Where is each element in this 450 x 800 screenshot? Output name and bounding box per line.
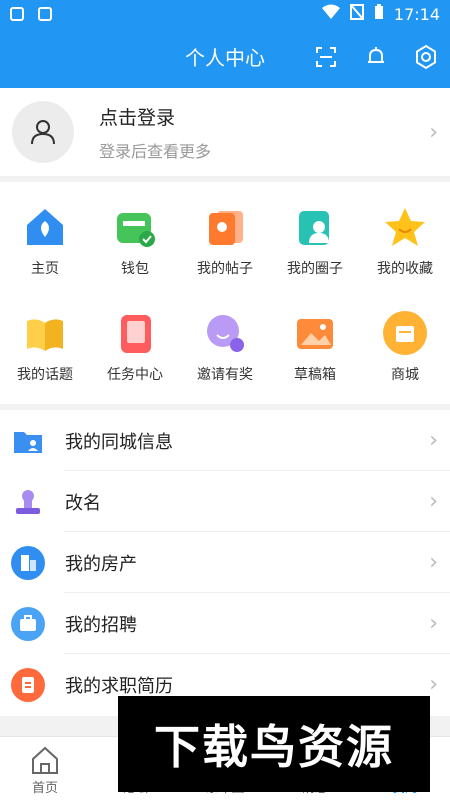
grid-item-home[interactable]: 主页 [0, 204, 90, 278]
wifi-icon [321, 4, 340, 24]
grid-item-invite[interactable]: 邀请有奖 [180, 310, 270, 384]
grid-item-favorites[interactable]: 我的收藏 [360, 204, 450, 278]
watermark-banner: 下载鸟资源 [118, 696, 430, 792]
avatar[interactable] [12, 101, 74, 163]
home-outline-icon [30, 745, 60, 775]
status-bar: 17:14 [0, 0, 450, 28]
notification-button[interactable] [360, 41, 392, 73]
home-icon [22, 204, 68, 250]
bell-icon [368, 47, 384, 63]
grid-item-shop[interactable]: 商城 [360, 310, 450, 384]
star-icon [382, 204, 428, 250]
resume-icon [11, 667, 45, 702]
grid-item-my-topics[interactable]: 我的话题 [0, 310, 90, 384]
scan-button[interactable] [310, 41, 342, 73]
chevron-right-icon: › [429, 489, 438, 514]
chevron-right-icon: › [429, 119, 438, 145]
building-icon [11, 545, 45, 580]
profile-card[interactable]: 点击登录 登录后查看更多 › [0, 88, 450, 176]
invite-icon [202, 310, 248, 356]
menu-item-my-recruitment[interactable]: 我的招聘 › [0, 593, 450, 654]
settings-button[interactable] [410, 41, 442, 73]
menu-item-rename[interactable]: 改名 › [0, 471, 450, 532]
app-icon [38, 7, 52, 21]
menu-item-my-property[interactable]: 我的房产 › [0, 532, 450, 593]
app-bar: 个人中心 [0, 28, 450, 88]
shield-icon [10, 7, 24, 21]
status-time: 17:14 [393, 4, 440, 24]
grid-item-wallet[interactable]: 钱包 [90, 204, 180, 278]
signal-off-icon [349, 4, 364, 24]
battery-icon [374, 4, 384, 24]
shop-icon [382, 310, 428, 356]
posts-icon [202, 204, 248, 250]
stamp-icon [11, 485, 45, 519]
folder-user-icon [11, 424, 45, 458]
briefcase-icon [11, 606, 45, 641]
menu-item-local-info[interactable]: 我的同城信息 › [0, 410, 450, 471]
tab-home[interactable]: 首页 [0, 737, 90, 800]
grid-item-drafts[interactable]: 草稿箱 [270, 310, 360, 384]
grid-item-my-circle[interactable]: 我的圈子 [270, 204, 360, 278]
grid-item-my-posts[interactable]: 我的帖子 [180, 204, 270, 278]
gear-icon [416, 44, 436, 70]
wallet-icon [112, 204, 158, 250]
topic-icon [22, 310, 68, 356]
scan-icon [316, 47, 336, 67]
menu-list: 我的同城信息 › 改名 › 我的房产 › 我的招聘 › 我的求职简历 › [0, 410, 450, 716]
chevron-right-icon: › [429, 611, 438, 636]
chevron-right-icon: › [429, 428, 438, 453]
user-icon [31, 120, 55, 145]
draft-icon [292, 310, 338, 356]
chevron-right-icon: › [429, 550, 438, 575]
chevron-right-icon: › [429, 672, 438, 697]
login-hint: 登录后查看更多 [99, 141, 212, 161]
circle-icon [292, 204, 338, 250]
grid-item-task-center[interactable]: 任务中心 [90, 310, 180, 384]
login-link[interactable]: 点击登录 [99, 103, 211, 130]
feature-grid: 主页 钱包 我的帖子 我的圈子 我的收藏 我的话题 任务中心 邀请有奖 草稿箱 … [0, 182, 450, 404]
task-icon [112, 310, 158, 356]
